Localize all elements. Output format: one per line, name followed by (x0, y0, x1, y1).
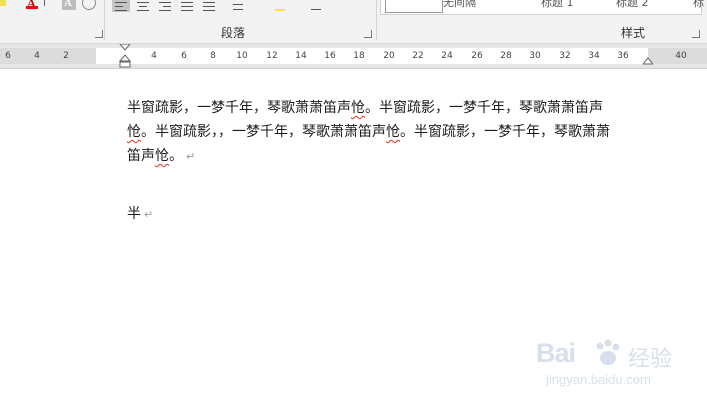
spelling-error-mark: 怆 (386, 124, 400, 140)
indent-marker-icon[interactable] (119, 44, 131, 68)
styles-group-label: 样式 (621, 26, 646, 40)
paragraph-mark-icon: ↵ (186, 150, 196, 163)
ruler-tick: 4 (151, 51, 157, 61)
ruler-tick: 4 (34, 51, 40, 61)
group-separator (376, 0, 377, 40)
ruler-tick: 10 (236, 51, 248, 61)
ruler-tick: 6 (181, 51, 187, 61)
line-spacing-icon[interactable] (230, 0, 248, 12)
style-heading-2[interactable]: 标题 2 (616, 0, 649, 10)
right-indent-marker-icon[interactable] (643, 57, 653, 65)
shading-icon[interactable] (272, 0, 290, 12)
spelling-error-mark: 怆 (155, 148, 169, 164)
ruler-tick: 16 (324, 51, 336, 61)
styles-dialog-launcher[interactable] (692, 30, 700, 38)
ruler-tick: 20 (383, 51, 395, 61)
character-shading-icon[interactable]: A (62, 0, 76, 10)
ruler-tick: 2 (63, 51, 69, 61)
ruler-tick: 26 (471, 51, 483, 61)
font-dialog-launcher[interactable] (95, 30, 103, 38)
ruler-tick: 40 (675, 51, 687, 61)
align-left-button[interactable] (112, 0, 130, 12)
watermark-logo: Bai 经验 jingyan.baidu.com (536, 338, 673, 387)
text-line: 笛声怆。 ↵ (127, 148, 196, 164)
spelling-error-mark: 怆 (127, 124, 141, 140)
paw-icon (596, 339, 620, 365)
paragraph-2[interactable]: 半 ↵ (127, 202, 642, 227)
ruler-tick: 14 (295, 51, 307, 61)
enclose-character-icon[interactable] (82, 0, 96, 10)
styles-gallery[interactable]: 无间隔 标题 1 标题 2 标 (380, 0, 704, 15)
style-no-spacing[interactable]: 无间隔 (443, 0, 476, 10)
borders-icon[interactable] (308, 0, 326, 12)
text-line: 怆。半窗疏影，，一梦千年，琴歌萧萧笛声怆。半窗疏影，一梦千年，琴歌萧萧 (127, 124, 610, 140)
style-more[interactable]: 标 (693, 0, 704, 10)
ruler-tick: 32 (559, 51, 571, 61)
font-color-icon[interactable]: A (24, 0, 42, 12)
style-normal[interactable] (385, 0, 443, 13)
paragraph-1[interactable]: 半窗疏影，一梦千年，琴歌萧萧笛声怆。半窗疏影，一梦千年，琴歌萧萧笛声 怆。半窗疏… (127, 96, 642, 169)
ruler-tick: 18 (353, 51, 365, 61)
ruler-tick: 30 (529, 51, 541, 61)
font-color-dropdown-icon[interactable] (44, 0, 51, 6)
justify-button[interactable] (178, 0, 196, 12)
align-center-button[interactable] (134, 0, 152, 12)
ruler-tick: 34 (588, 51, 600, 61)
paragraph-group-label: 段落 (221, 26, 246, 40)
style-heading-1[interactable]: 标题 1 (541, 0, 574, 10)
distributed-button[interactable] (200, 0, 218, 12)
spelling-error-mark: 怆 (351, 100, 365, 116)
ruler-tick: 36 (617, 51, 629, 61)
ruler-tick: 6 (5, 51, 11, 61)
ruler-tick: 12 (266, 51, 278, 61)
text-line: 半 ↵ (127, 206, 154, 222)
group-separator (104, 0, 105, 40)
ruler-tick: 22 (412, 51, 424, 61)
ruler-tick: 24 (441, 51, 453, 61)
ruler-tick: 8 (210, 51, 216, 61)
align-right-button[interactable] (156, 0, 174, 12)
ribbon: A A 段落 无间隔 标题 1 标题 2 标 样式 (0, 0, 707, 44)
highlighter-icon[interactable] (0, 0, 6, 6)
paragraph-mark-icon: ↵ (144, 208, 154, 221)
paragraph-dialog-launcher[interactable] (364, 30, 372, 38)
ruler-tick: 28 (500, 51, 512, 61)
document-page[interactable]: 半窗疏影，一梦千年，琴歌萧萧笛声怆。半窗疏影，一梦千年，琴歌萧萧笛声 怆。半窗疏… (0, 69, 707, 405)
text-line: 半窗疏影，一梦千年，琴歌萧萧笛声怆。半窗疏影，一梦千年，琴歌萧萧笛声 (127, 100, 603, 116)
horizontal-ruler[interactable]: 6 4 2 4 6 8 10 12 14 16 18 20 22 24 26 2… (0, 44, 707, 69)
